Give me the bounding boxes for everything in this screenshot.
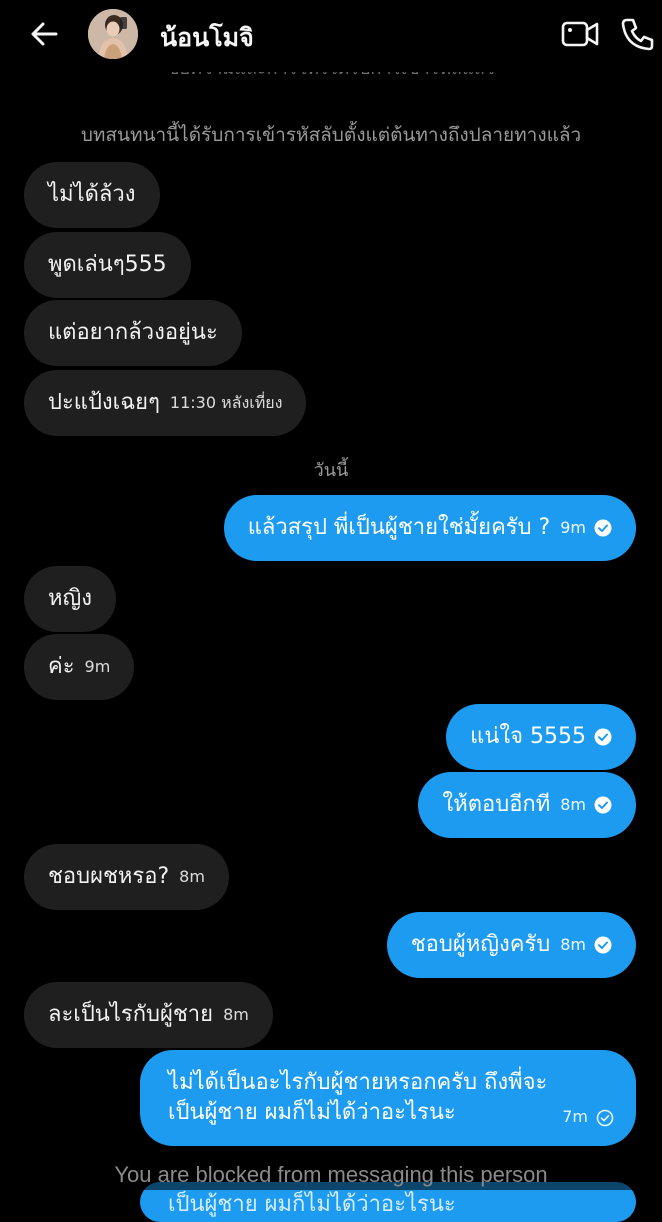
message-time: 9m xyxy=(84,657,111,676)
arrow-left-icon xyxy=(31,22,58,46)
encryption-notice: บทสนทนานี้ได้รับการเข้าร​หัสลับตั้งแต่ต้… xyxy=(80,124,582,146)
message-time: 11:30 หลังเที่ยง xyxy=(169,393,283,412)
seen-check-icon xyxy=(594,796,612,814)
message-bubble[interactable]: แล้วสรุป พี่เป็นผู้ชายใช่มั้ยครับ ? 9m xyxy=(223,495,636,561)
message-bubble[interactable]: ไม่ได้ล้วง xyxy=(24,162,160,228)
video-camera-icon xyxy=(561,21,599,47)
seen-check-icon xyxy=(594,728,612,746)
message-bubble[interactable]: แน่ใจ 5555 xyxy=(446,704,636,770)
profile-photo-icon xyxy=(88,9,138,59)
message-text-line-1: ไม่ได้เป็นอะไรกับผู้ชายหรอกครับ ถึงพี่จะ xyxy=(168,1070,548,1095)
seen-check-icon xyxy=(594,519,612,537)
back-button[interactable] xyxy=(26,14,66,54)
message-bubble[interactable]: ไม่ได้เป็นอะไรกับผู้ชายหรอกครับ ถึงพี่จะ… xyxy=(140,1050,636,1146)
chat-header: น้อนโมจิ xyxy=(0,0,662,72)
message-bubble[interactable]: ปะแป้งเฉยๆ 11:30 หลังเที่ยง xyxy=(24,370,307,436)
message-text: หญิง xyxy=(48,586,92,611)
message-bubble[interactable]: ชอบผู้หญิงครับ 8m xyxy=(386,912,636,978)
message-text: ชอบผชหรอ? xyxy=(48,864,170,889)
message-text: ค่ะ xyxy=(48,654,75,679)
message-text: พูดเล่นๆ555 xyxy=(48,252,167,277)
message-text: แต่อยากล้วงอยู่นะ xyxy=(48,320,218,345)
message-time: 8m xyxy=(560,795,586,814)
video-call-button[interactable] xyxy=(560,16,600,52)
message-text: ปะแป้งเฉยๆ xyxy=(48,390,160,415)
message-text-line-2: เป็นผู้ชาย ผมก็ไม่ได้ว่าอะไรนะ xyxy=(168,1100,456,1125)
message-text: ไม่ได้ล้วง xyxy=(48,182,136,207)
message-text: ชอบผู้หญิงครับ xyxy=(410,932,551,957)
phone-icon xyxy=(621,18,654,51)
message-bubble[interactable]: แต่อยากล้วงอยู่นะ xyxy=(24,300,242,366)
message-bubble[interactable]: หญิง xyxy=(24,566,116,632)
blocked-banner: You are blocked from messaging this pers… xyxy=(0,1160,662,1190)
message-text: ละเป็นไรกับผู้ชาย xyxy=(48,1002,214,1027)
message-bubble[interactable]: ให้ตอบอีกที 8m xyxy=(418,772,636,838)
peek-message-text: เป็นผู้ชาย ผมก็ไม่ได้ว่าอะไรนะ xyxy=(168,1192,456,1217)
message-bubble[interactable]: พูดเล่นๆ555 xyxy=(24,232,191,298)
seen-check-icon xyxy=(594,936,612,954)
message-time: 8m xyxy=(179,867,205,886)
contact-name[interactable]: น้อนโมจิ xyxy=(160,18,254,58)
message-bubble[interactable]: ค่ะ 9m xyxy=(24,634,135,700)
message-time: 9m xyxy=(560,518,586,537)
message-text: แล้วสรุป พี่เป็นผู้ชายใช่มั้ยครับ ? xyxy=(247,515,551,540)
message-time: 7m xyxy=(562,1107,588,1126)
message-meta: 7m xyxy=(562,1102,614,1132)
message-time: 8m xyxy=(223,1005,249,1024)
message-text: ให้ตอบอีกที xyxy=(442,792,551,817)
voice-call-button[interactable] xyxy=(618,14,658,54)
message-text: แน่ใจ 5555 xyxy=(470,724,586,749)
message-bubble[interactable]: ละเป็นไรกับผู้ชาย 8m xyxy=(24,982,273,1048)
sent-check-icon xyxy=(596,1109,614,1126)
message-bubble[interactable]: ชอบผชหรอ? 8m xyxy=(24,844,229,910)
message-time: 8m xyxy=(560,935,586,954)
avatar[interactable] xyxy=(88,9,138,59)
date-separator: วันนี้ xyxy=(313,460,349,481)
